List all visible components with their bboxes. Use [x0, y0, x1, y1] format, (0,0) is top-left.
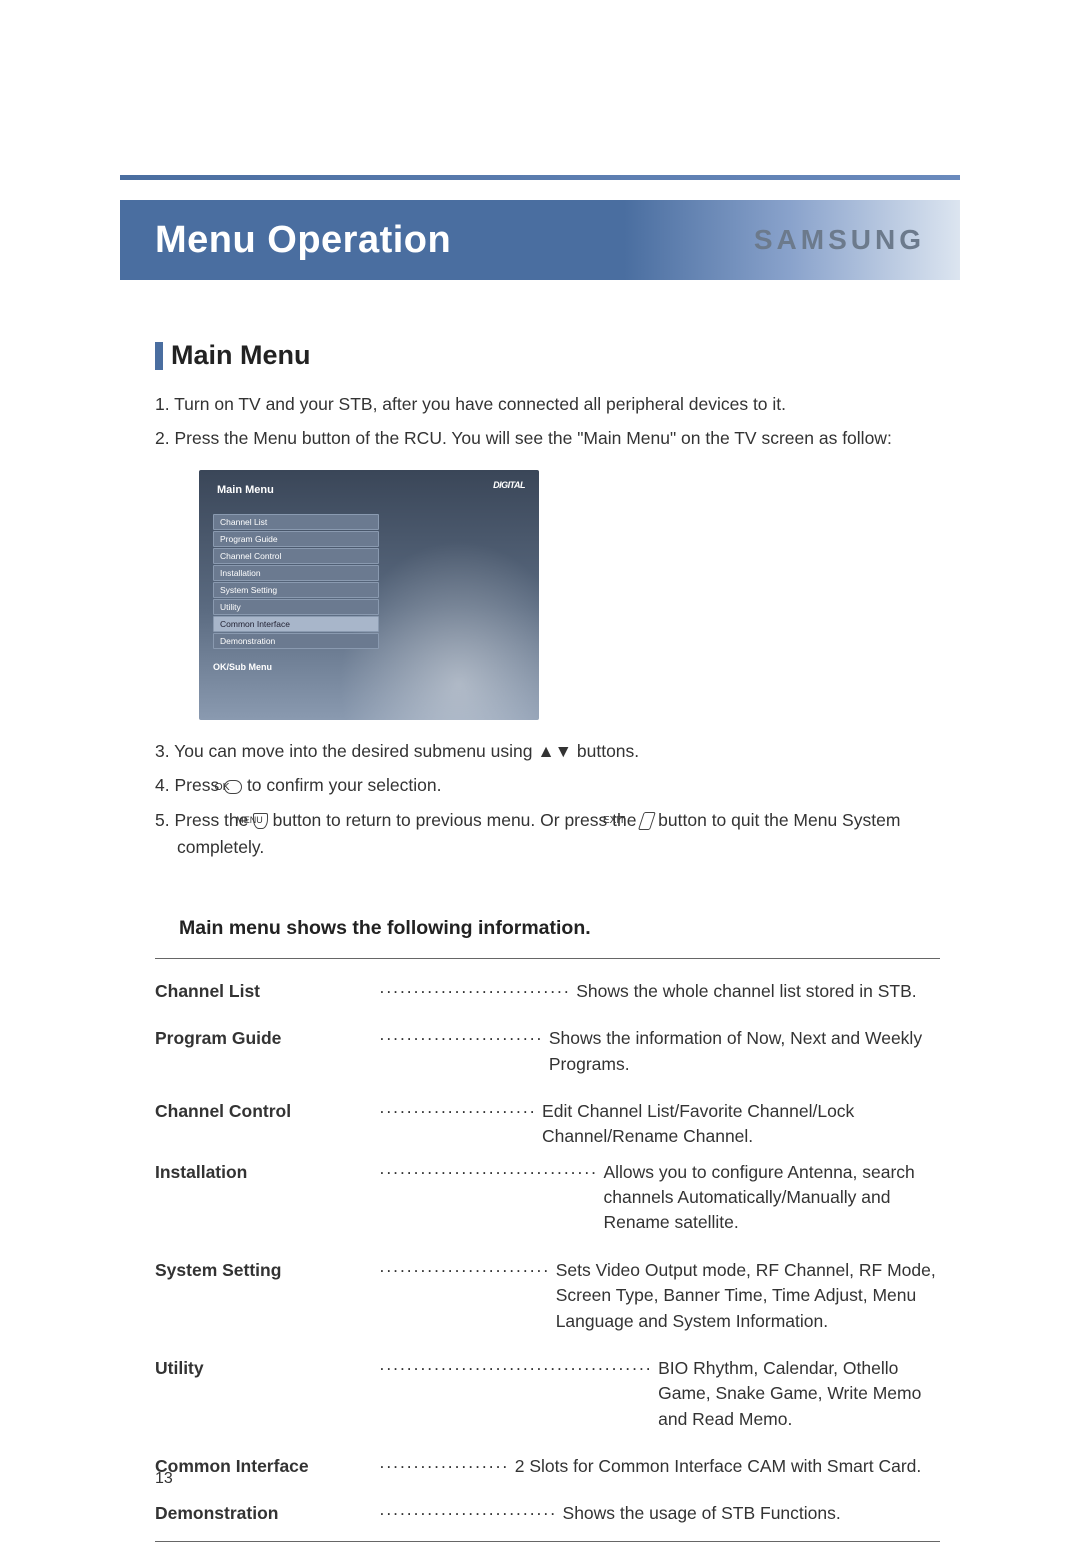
instruction-item: 1. Turn on TV and your STB, after you ha…	[155, 391, 940, 418]
definition-desc: Shows the information of Now, Next and W…	[549, 1026, 940, 1077]
definition-term: Channel Control	[155, 1099, 375, 1150]
top-divider	[120, 175, 960, 180]
definition-desc: Sets Video Output mode, RF Channel, RF M…	[556, 1258, 940, 1334]
definition-row: System Setting ·························…	[155, 1258, 940, 1334]
screenshot-menu-item: Demonstration	[213, 633, 379, 649]
definition-term: Channel List	[155, 979, 375, 1004]
definition-desc: BIO Rhythm, Calendar, Othello Game, Snak…	[658, 1356, 940, 1432]
instruction-text: 3. You can move into the desired submenu…	[155, 741, 537, 761]
instruction-item: 5. Press the MENU button to return to pr…	[155, 807, 940, 861]
definition-term: Program Guide	[155, 1026, 375, 1077]
instruction-text: to confirm your selection.	[247, 775, 442, 795]
sub-heading: Main menu shows the following informatio…	[179, 917, 940, 940]
screenshot-logo: DIGITAL	[493, 480, 525, 490]
instruction-text: button to return to previous menu. Or pr…	[273, 810, 642, 830]
definition-term: Installation	[155, 1160, 375, 1236]
definition-desc: 2 Slots for Common Interface CAM with Sm…	[515, 1454, 940, 1479]
instruction-list: 1. Turn on TV and your STB, after you ha…	[155, 391, 940, 452]
section-heading: Main Menu	[155, 340, 940, 371]
definition-desc: Shows the whole channel list stored in S…	[576, 979, 940, 1004]
divider	[155, 1541, 940, 1542]
definition-term: System Setting	[155, 1258, 375, 1334]
definition-desc: Shows the usage of STB Functions.	[563, 1501, 940, 1526]
definition-row: Installation ···························…	[155, 1160, 940, 1236]
definition-desc: Edit Channel List/Favorite Channel/Lock …	[542, 1099, 940, 1150]
definition-row: Demonstration ··························…	[155, 1501, 940, 1526]
leader-dots: ·······················	[379, 1099, 536, 1124]
screenshot-title: Main Menu	[217, 484, 274, 496]
definition-desc: Allows you to configure Antenna, search …	[603, 1160, 940, 1236]
definition-row: Common Interface ··················· 2 S…	[155, 1454, 940, 1479]
content-area: Main Menu 1. Turn on TV and your STB, af…	[155, 340, 940, 1562]
instruction-list-2: 3. You can move into the desired submenu…	[155, 738, 940, 861]
screenshot-footer: OK/Sub Menu	[213, 662, 272, 672]
screenshot-menu-item: Channel List	[213, 514, 379, 530]
definition-term: Utility	[155, 1356, 375, 1432]
page-title: Menu Operation	[155, 219, 451, 262]
leader-dots: ························	[379, 1026, 543, 1051]
screenshot-menu-item: Utility	[213, 599, 379, 615]
instruction-item: 3. You can move into the desired submenu…	[155, 738, 940, 765]
instruction-text: buttons.	[577, 741, 639, 761]
screenshot-menu-item: System Setting	[213, 582, 379, 598]
updown-icon: ▲▼	[537, 741, 572, 761]
header-bar: Menu Operation SAMSUNG	[120, 200, 960, 280]
brand-logo: SAMSUNG	[754, 224, 925, 256]
definition-row: Program Guide ························ S…	[155, 1026, 940, 1077]
tv-screenshot: Main Menu DIGITAL Channel List Program G…	[199, 470, 539, 720]
screenshot-menu: Channel List Program Guide Channel Contr…	[213, 514, 379, 650]
leader-dots: ·························	[379, 1258, 550, 1283]
leader-dots: ··························	[379, 1501, 557, 1526]
instruction-item: 2. Press the Menu button of the RCU. You…	[155, 425, 940, 452]
instruction-item: 4. Press OK to confirm your selection.	[155, 772, 940, 799]
definition-row: Utility ································…	[155, 1356, 940, 1432]
screenshot-menu-item-selected: Common Interface	[213, 616, 379, 632]
leader-dots: ········································	[379, 1356, 652, 1381]
manual-page: Menu Operation SAMSUNG Main Menu 1. Turn…	[0, 0, 1080, 1525]
divider	[155, 958, 940, 959]
definition-row: Channel Control ······················· …	[155, 1099, 940, 1150]
screenshot-menu-item: Channel Control	[213, 548, 379, 564]
definition-list: Channel List ···························…	[155, 979, 940, 1527]
section-heading-text: Main Menu	[171, 340, 311, 371]
definition-row: Channel List ···························…	[155, 979, 940, 1004]
leader-dots: ···················	[379, 1454, 509, 1479]
screenshot-menu-item: Installation	[213, 565, 379, 581]
leader-dots: ····························	[379, 979, 570, 1004]
definition-term: Common Interface	[155, 1454, 375, 1479]
screenshot-menu-item: Program Guide	[213, 531, 379, 547]
definition-term: Demonstration	[155, 1501, 375, 1526]
menu-button-icon: MENU	[253, 813, 268, 829]
ok-button-icon: OK	[224, 780, 242, 795]
leader-dots: ································	[379, 1160, 597, 1185]
page-number: 13	[155, 1470, 173, 1488]
